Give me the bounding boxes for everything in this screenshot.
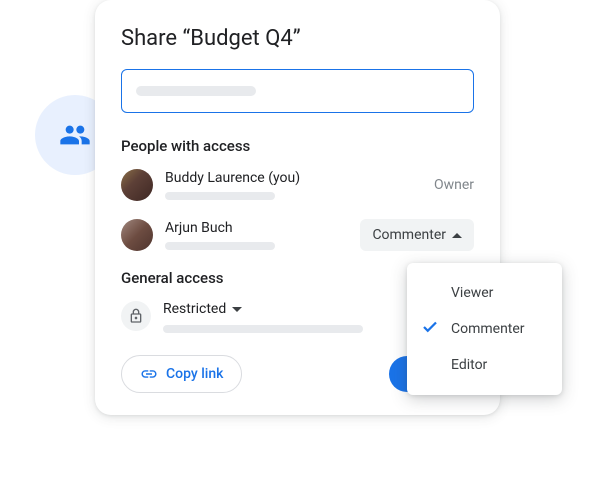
person-name: Buddy Laurence (you): [165, 170, 422, 186]
avatar: [121, 169, 153, 201]
people-section-header: People with access: [121, 137, 474, 155]
person-info: Buddy Laurence (you): [165, 170, 422, 200]
role-select-label: Commenter: [372, 227, 446, 243]
copy-link-button[interactable]: Copy link: [121, 355, 242, 393]
restricted-info: Restricted: [163, 301, 363, 333]
restricted-select[interactable]: Restricted: [163, 301, 363, 317]
owner-label: Owner: [434, 177, 474, 193]
people-icon: [59, 119, 91, 151]
restricted-label-text: Restricted: [163, 301, 226, 317]
dropdown-item-commenter[interactable]: Commenter: [407, 311, 562, 347]
chevron-down-icon: [232, 307, 242, 312]
restricted-desc-placeholder: [163, 325, 363, 333]
input-placeholder: [136, 86, 256, 96]
link-icon: [140, 365, 158, 383]
add-people-input[interactable]: [121, 69, 474, 113]
person-row-user: Arjun Buch Commenter: [121, 219, 474, 251]
dropdown-item-label: Editor: [451, 357, 487, 373]
person-info: Arjun Buch: [165, 220, 348, 250]
avatar: [121, 219, 153, 251]
dropdown-item-label: Viewer: [451, 285, 493, 301]
check-icon: [421, 318, 439, 340]
role-dropdown: Viewer Commenter Editor: [407, 263, 562, 395]
person-row-owner: Buddy Laurence (you) Owner: [121, 169, 474, 201]
dialog-title: Share “Budget Q4”: [121, 26, 474, 51]
lock-icon: [128, 308, 144, 324]
lock-chip: [121, 301, 151, 331]
dropdown-item-viewer[interactable]: Viewer: [407, 275, 562, 311]
dropdown-item-label: Commenter: [451, 321, 525, 337]
person-email-placeholder: [165, 192, 275, 200]
dropdown-item-editor[interactable]: Editor: [407, 347, 562, 383]
person-name: Arjun Buch: [165, 220, 348, 236]
role-select[interactable]: Commenter: [360, 219, 474, 251]
copy-link-label: Copy link: [166, 366, 223, 382]
chevron-up-icon: [452, 233, 462, 238]
person-email-placeholder: [165, 242, 275, 250]
